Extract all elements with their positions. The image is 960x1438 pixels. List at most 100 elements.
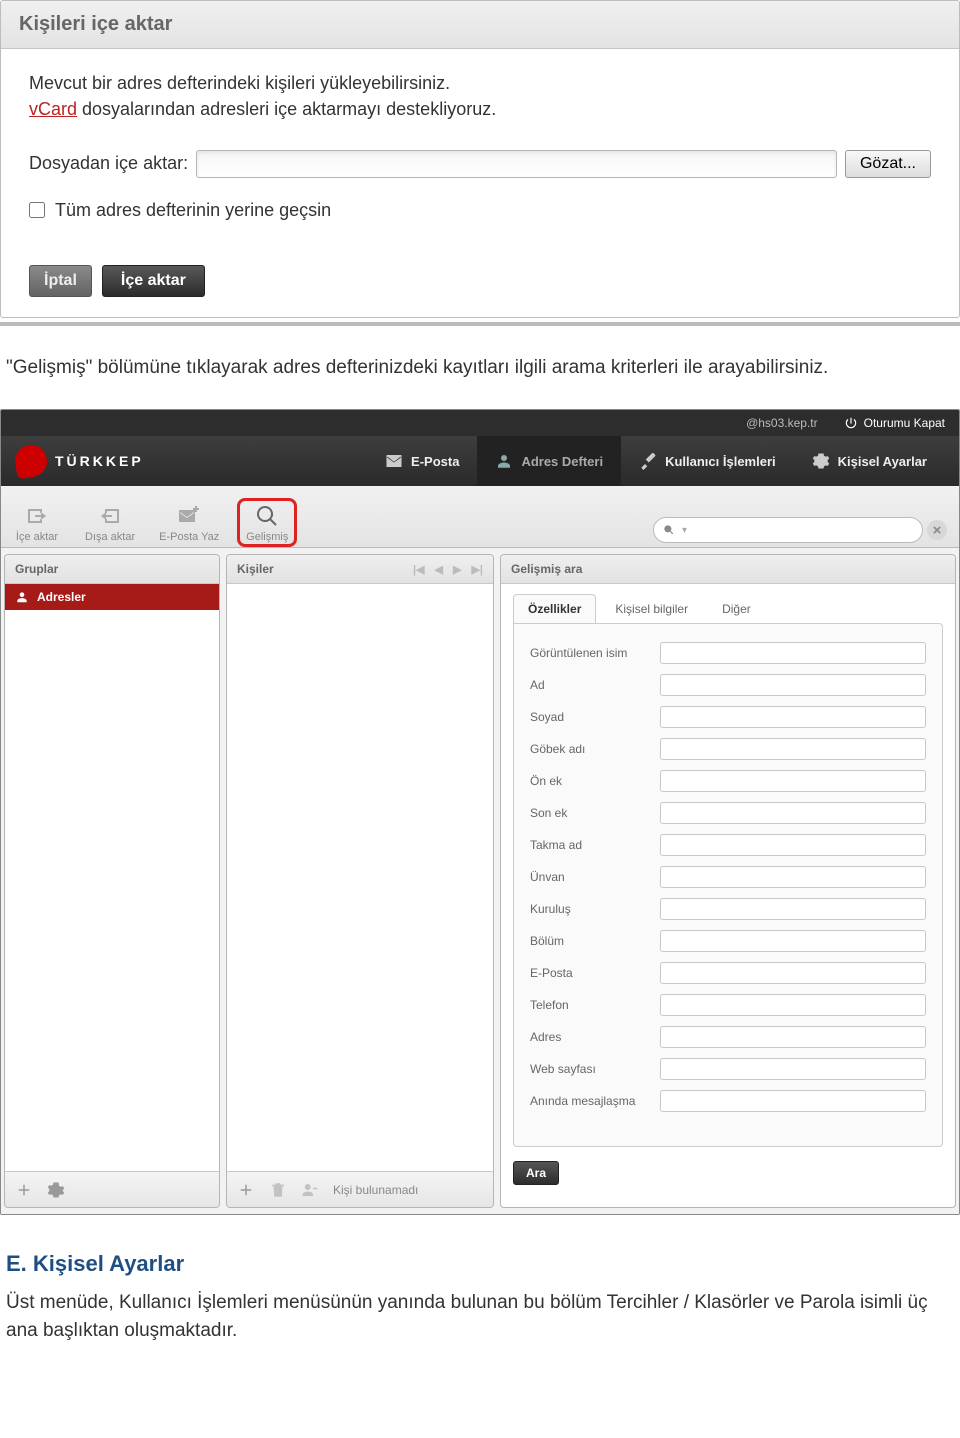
search-input[interactable]: ▾ [653, 517, 923, 543]
nav-addressbook[interactable]: Adres Defteri [477, 436, 621, 486]
group-item-addresses[interactable]: Adresler [5, 584, 219, 610]
field-label: Bölüm [530, 934, 660, 948]
advanced-search-header: Gelişmiş ara [501, 555, 955, 584]
delete-contact-button[interactable] [269, 1181, 287, 1199]
mail-icon [385, 452, 403, 470]
toolbar-compose[interactable]: E-Posta Yaz [159, 504, 219, 543]
doc-paragraph-1-text: "Gelişmiş" bölümüne tıklayarak adres def… [6, 354, 954, 382]
logout-link[interactable]: Oturumu Kapat [844, 416, 945, 430]
field-organization-input[interactable] [660, 898, 926, 920]
field-title-input[interactable] [660, 866, 926, 888]
field-label: Ad [530, 678, 660, 692]
logo[interactable]: TÜRKKEP [15, 445, 215, 477]
nav-userops[interactable]: Kullanıcı İşlemleri [621, 436, 794, 486]
toolbar-compose-label: E-Posta Yaz [159, 531, 219, 543]
doc-section-heading: E. Kişisel Ayarlar [0, 1215, 960, 1289]
field-displayname-input[interactable] [660, 642, 926, 664]
field-label: Ön ek [530, 774, 660, 788]
field-suffix-input[interactable] [660, 802, 926, 824]
field-row: Telefon [530, 994, 926, 1016]
field-label: Telefon [530, 998, 660, 1012]
field-nickname-input[interactable] [660, 834, 926, 856]
person-minus-icon [301, 1181, 319, 1199]
compose-icon [177, 504, 201, 528]
pager-first[interactable]: |◀ [413, 563, 425, 576]
field-lastname-input[interactable] [660, 706, 926, 728]
remove-from-group-button[interactable] [301, 1181, 319, 1199]
field-label: Web sayfası [530, 1062, 660, 1076]
field-address-input[interactable] [660, 1026, 926, 1048]
export-icon [98, 504, 122, 528]
group-settings-button[interactable] [47, 1181, 65, 1199]
field-row: Adres [530, 1026, 926, 1048]
add-group-button[interactable] [15, 1181, 33, 1199]
current-user: @hs03.kep.tr [746, 416, 818, 430]
field-label: Göbek adı [530, 742, 660, 756]
top-userbar: @hs03.kep.tr Oturumu Kapat [1, 410, 959, 436]
contacts-pager: |◀ ◀ ▶ ▶| [413, 563, 483, 576]
divider [0, 322, 960, 326]
field-middlename-input[interactable] [660, 738, 926, 760]
nav-mail-label: E-Posta [411, 454, 459, 469]
add-contact-button[interactable] [237, 1181, 255, 1199]
toolbar-import[interactable]: İçe aktar [13, 504, 61, 543]
nav-mail[interactable]: E-Posta [367, 436, 477, 486]
tab-other[interactable]: Diğer [707, 594, 766, 623]
person-icon [495, 452, 513, 470]
field-label: Soyad [530, 710, 660, 724]
nav-addressbook-label: Adres Defteri [521, 454, 603, 469]
field-im-input[interactable] [660, 1090, 926, 1112]
dialog-desc-line2: vCard dosyalarından adresleri içe aktarm… [29, 97, 931, 121]
toolbar-export[interactable]: Dışa aktar [85, 504, 135, 543]
field-label: Kuruluş [530, 902, 660, 916]
nav-settings-label: Kişisel Ayarlar [838, 454, 927, 469]
search-form: Görüntülenen isim Ad Soyad Göbek adı Ön … [513, 623, 943, 1147]
trash-icon [269, 1181, 287, 1199]
search-button[interactable]: Ara [513, 1161, 559, 1185]
field-phone-input[interactable] [660, 994, 926, 1016]
import-button[interactable]: İçe aktar [102, 265, 205, 297]
field-label: Son ek [530, 806, 660, 820]
clear-search-button[interactable]: × [927, 520, 947, 540]
field-row: Ad [530, 674, 926, 696]
field-email-input[interactable] [660, 962, 926, 984]
vcard-link[interactable]: vCard [29, 99, 77, 119]
pager-prev[interactable]: ◀ [435, 563, 443, 576]
field-row: Soyad [530, 706, 926, 728]
gear-icon [812, 452, 830, 470]
contacts-footer: Kişi bulunamadı [227, 1171, 493, 1207]
power-icon [844, 416, 858, 430]
groups-footer [5, 1171, 219, 1207]
field-label: Adres [530, 1030, 660, 1044]
field-row: Takma ad [530, 834, 926, 856]
dialog-body: Mevcut bir adres defterindeki kişileri y… [1, 49, 959, 317]
tab-properties[interactable]: Özellikler [513, 594, 596, 623]
field-prefix-input[interactable] [660, 770, 926, 792]
doc-paragraph-2: Üst menüde, Kullanıcı İşlemleri menüsünü… [0, 1289, 960, 1356]
field-row: Görüntülenen isim [530, 642, 926, 664]
highlight-box [237, 498, 297, 547]
replace-checkbox-row[interactable]: Tüm adres defterinin yerine geçsin [29, 200, 931, 221]
browse-button[interactable]: Gözat... [845, 150, 931, 178]
search-tabs: Özellikler Kişisel bilgiler Diğer [501, 584, 955, 623]
toolbar-advanced[interactable]: Gelişmiş [243, 504, 291, 543]
contacts-panel: Kişiler |◀ ◀ ▶ ▶| Kişi bul [226, 554, 494, 1208]
field-firstname-input[interactable] [660, 674, 926, 696]
pager-last[interactable]: ▶| [471, 563, 483, 576]
tab-personal[interactable]: Kişisel bilgiler [600, 594, 703, 623]
groups-header: Gruplar [5, 555, 219, 584]
pager-next[interactable]: ▶ [453, 563, 461, 576]
file-path-field[interactable] [196, 150, 837, 178]
doc-paragraph-1: "Gelişmiş" bölümüne tıklayarak adres def… [0, 354, 960, 410]
field-department-input[interactable] [660, 930, 926, 952]
replace-checkbox[interactable] [29, 202, 45, 218]
dialog-desc-line1: Mevcut bir adres defterindeki kişileri y… [29, 71, 931, 95]
field-label: Anında mesajlaşma [530, 1094, 660, 1108]
cancel-button[interactable]: İptal [29, 265, 92, 297]
plus-icon [15, 1181, 33, 1199]
field-label: Ünvan [530, 870, 660, 884]
field-website-input[interactable] [660, 1058, 926, 1080]
doc-paragraph-2-text: Üst menüde, Kullanıcı İşlemleri menüsünü… [6, 1289, 954, 1344]
nav-settings[interactable]: Kişisel Ayarlar [794, 436, 945, 486]
close-icon: × [933, 522, 942, 539]
